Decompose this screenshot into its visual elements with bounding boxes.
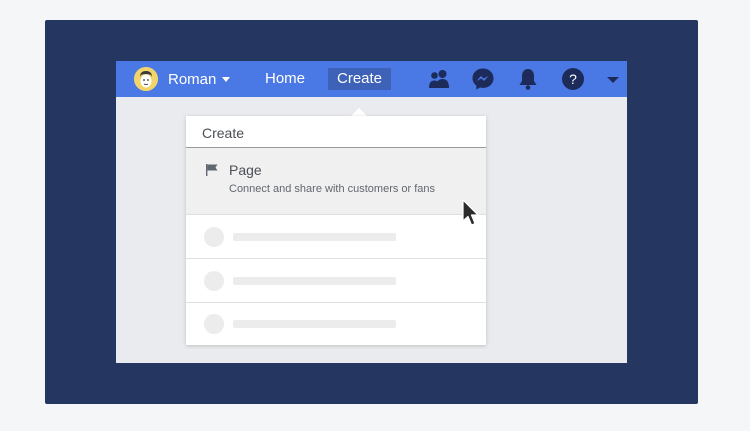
- profile-name: Roman: [168, 70, 217, 88]
- nav-create-link[interactable]: Create: [328, 68, 392, 90]
- browser-screen: Roman Home Create ? Create Page Connect …: [116, 61, 627, 363]
- svg-text:?: ?: [569, 71, 577, 87]
- placeholder-menu-item: [186, 215, 486, 259]
- friends-icon[interactable]: [426, 66, 452, 92]
- chevron-down-icon: [222, 76, 231, 82]
- avatar: [134, 67, 158, 91]
- avatar-face-icon: [134, 67, 158, 91]
- dropdown-header: Create: [186, 116, 486, 148]
- create-page-menu-item[interactable]: Page Connect and share with customers or…: [186, 148, 486, 215]
- top-navigation-bar: Roman Home Create ?: [116, 61, 627, 97]
- placeholder-bar: [233, 277, 396, 285]
- placeholder-circle: [204, 227, 224, 247]
- dropdown-title: Create: [202, 125, 245, 141]
- account-menu-caret-icon[interactable]: [600, 66, 626, 92]
- page-item-label: Page: [229, 162, 262, 178]
- placeholder-menu-item: [186, 302, 486, 345]
- notifications-bell-icon[interactable]: [515, 66, 541, 92]
- page-item-description: Connect and share with customers or fans: [229, 183, 436, 195]
- placeholder-circle: [204, 271, 224, 291]
- placeholder-menu-item: [186, 259, 486, 303]
- placeholder-bar: [233, 320, 396, 328]
- messenger-icon[interactable]: [470, 66, 496, 92]
- profile-menu-button[interactable]: Roman: [134, 67, 231, 91]
- flag-icon: [206, 164, 218, 176]
- create-dropdown-menu: Create Page Connect and share with custo…: [186, 116, 486, 345]
- nav-home-link[interactable]: Home: [256, 68, 314, 90]
- placeholder-circle: [204, 314, 224, 334]
- placeholder-bar: [233, 233, 396, 241]
- help-icon[interactable]: ?: [560, 66, 586, 92]
- mouse-cursor-icon: [462, 199, 479, 226]
